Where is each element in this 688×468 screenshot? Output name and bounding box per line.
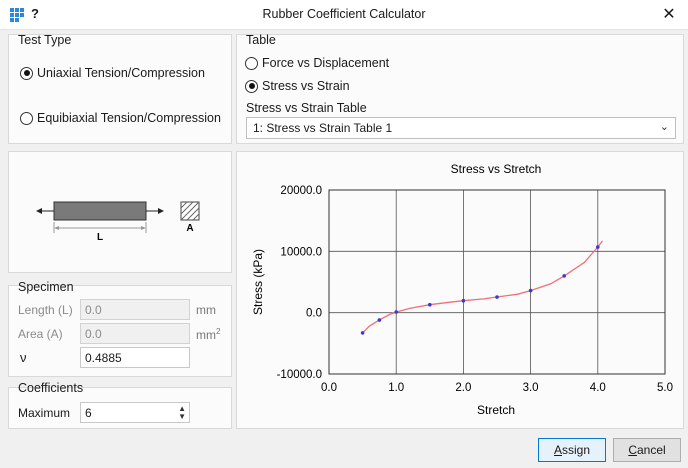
test-type-panel <box>8 34 232 144</box>
maximum-stepper[interactable]: 6 ▲ ▼ <box>80 402 190 423</box>
length-label: Length (L) <box>18 303 73 317</box>
specimen-title: Specimen <box>18 280 74 294</box>
area-label: Area (A) <box>18 327 63 341</box>
radio-uniaxial-label: Uniaxial Tension/Compression <box>37 66 205 80</box>
x-tick-label: 5.0 <box>657 382 673 394</box>
assign-mnemonic: A <box>553 443 562 457</box>
data-point <box>495 295 499 299</box>
specimen-diagram: L A <box>36 201 200 243</box>
nu-label: ν <box>20 350 27 365</box>
plot-area <box>328 189 666 375</box>
radio-uniaxial[interactable]: Uniaxial Tension/Compression <box>20 66 205 80</box>
stress-stretch-chart: Stress vs Stretch 0.0 1.0 2.0 3.0 4.0 5.0 -100… <box>251 162 673 417</box>
y-axis-label: Stress (kPa) <box>251 249 265 315</box>
maximum-value: 6 <box>85 406 92 420</box>
assign-label: ssign <box>562 443 591 457</box>
radio-equibiaxial[interactable]: Equibiaxial Tension/Compression <box>20 111 221 125</box>
radio-equibiaxial-label: Equibiaxial Tension/Compression <box>37 111 221 125</box>
radio-force-label: Force vs Displacement <box>262 56 390 70</box>
chevron-down-icon[interactable]: ▼ <box>178 413 186 421</box>
table-select-value: 1: Stress vs Strain Table 1 <box>253 121 393 135</box>
table-select[interactable]: 1: Stress vs Strain Table 1 ⌄ <box>246 117 676 139</box>
close-icon: ✕ <box>662 6 676 23</box>
cancel-button[interactable]: Cancel <box>613 438 681 462</box>
title-bar: ? Rubber Coefficient Calculator ✕ <box>0 0 688 30</box>
radio-checked-icon <box>20 66 33 80</box>
data-point <box>461 298 466 303</box>
specimen-bar <box>53 201 147 221</box>
poisson-ratio-field[interactable]: 0.4885 <box>80 347 190 368</box>
y-tick-label: -10000.0 <box>277 369 322 381</box>
y-tick-label: 20000.0 <box>280 185 322 197</box>
area-unit-base: mm <box>196 328 216 342</box>
radio-checked-icon <box>245 79 258 93</box>
radio-force-displacement[interactable]: Force vs Displacement <box>245 56 389 70</box>
area-symbol: A <box>186 223 193 234</box>
area-unit: mm2 <box>196 327 220 342</box>
arrow-left-icon <box>36 208 42 214</box>
x-tick-label: 0.0 <box>321 382 337 394</box>
data-point <box>428 302 432 307</box>
radio-stress-strain[interactable]: Stress vs Strain <box>245 79 350 93</box>
data-point <box>596 245 600 249</box>
data-point <box>528 288 533 293</box>
x-tick-label: 4.0 <box>590 382 606 394</box>
test-type-title: Test Type <box>18 33 72 47</box>
assign-button[interactable]: Assign <box>538 438 606 462</box>
stress-curve <box>362 240 604 334</box>
chevron-down-icon: ⌄ <box>659 121 669 133</box>
x-tick-label: 3.0 <box>523 382 539 394</box>
radio-unchecked-icon <box>245 56 258 70</box>
radio-unchecked-icon <box>20 111 33 125</box>
y-tick-label: 0.0 <box>306 308 322 320</box>
y-tick-label: 10000.0 <box>280 246 322 258</box>
radio-stress-label: Stress vs Strain <box>262 79 350 93</box>
cancel-mnemonic: C <box>628 443 637 457</box>
x-axis-label: Stretch <box>477 403 515 417</box>
window-title: Rubber Coefficient Calculator <box>262 7 426 21</box>
x-tick-label: 2.0 <box>455 382 471 394</box>
maximum-label: Maximum <box>18 406 71 420</box>
close-button[interactable]: ✕ <box>658 4 680 26</box>
length-symbol: L <box>97 232 103 243</box>
area-field[interactable]: 0.0 <box>80 323 190 344</box>
table-select-label: Stress vs Strain Table <box>246 101 367 115</box>
data-point <box>394 310 398 314</box>
cancel-label: ancel <box>636 443 666 457</box>
data-point <box>360 331 365 335</box>
length-unit: mm <box>196 303 216 317</box>
x-tick-label: 1.0 <box>388 382 404 394</box>
area-unit-exponent: 2 <box>216 327 221 336</box>
data-point <box>562 274 566 278</box>
length-field[interactable]: 0.0 <box>80 299 190 320</box>
table-title: Table <box>246 33 276 47</box>
arrow-right-icon <box>158 208 164 214</box>
chart-title: Stress vs Stretch <box>451 162 542 176</box>
coefficients-title: Coefficients <box>18 381 84 395</box>
chart-grid <box>329 190 665 374</box>
data-point <box>377 318 382 322</box>
